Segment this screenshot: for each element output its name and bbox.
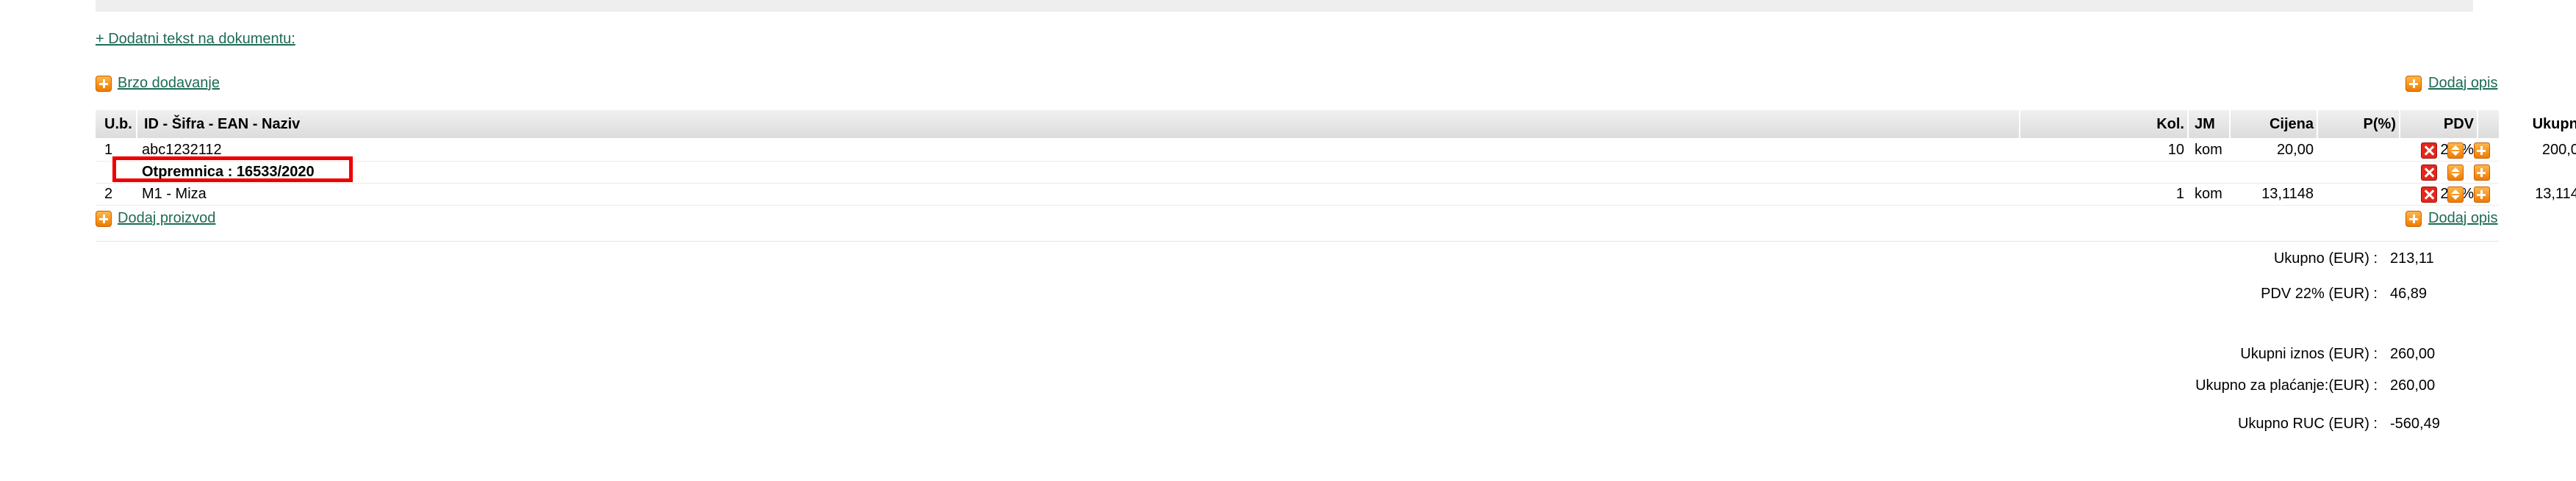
table-row: Otpremnica : 16533/2020 xyxy=(96,161,2499,184)
product-name: M1 - Miza xyxy=(142,186,207,202)
add-description-link[interactable]: Dodaj opis xyxy=(2428,75,2498,92)
table-row: 2 M1 - Miza 1 kom 13,1148 22 % 13,1148 xyxy=(96,183,2576,206)
vat-value: 46,89 xyxy=(2390,286,2428,302)
row-total: 13,1148 xyxy=(2535,186,2576,202)
move-icon[interactable] xyxy=(2447,164,2464,181)
quantity: 1 xyxy=(2175,186,2184,202)
quantity: 10 xyxy=(2167,142,2184,158)
ruc-label: Ukupno RUC (EUR) : xyxy=(2237,416,2378,432)
highlight-box xyxy=(112,156,353,182)
header-separator xyxy=(2229,110,2231,138)
price: 20,00 xyxy=(2276,142,2314,158)
header-rb: U.b. xyxy=(104,116,132,132)
header-price: Cijena xyxy=(2269,116,2314,132)
row-total: 200,00 xyxy=(2541,142,2576,158)
row-number: 2 xyxy=(104,186,113,202)
delete-icon[interactable] xyxy=(2421,164,2437,181)
total-value: 213,11 xyxy=(2390,250,2434,267)
header-separator xyxy=(2187,110,2189,138)
top-bar xyxy=(96,0,2473,12)
move-icon[interactable] xyxy=(2447,187,2464,203)
header-separator xyxy=(2019,110,2020,138)
header-unit: JM xyxy=(2195,116,2215,132)
delete-icon[interactable] xyxy=(2421,142,2437,159)
header-separator xyxy=(2477,110,2478,138)
grand-total-value: 260,00 xyxy=(2390,346,2436,362)
total-label: Ukupno (EUR) : xyxy=(2273,250,2378,267)
unit: kom xyxy=(2195,142,2222,158)
payable-value: 260,00 xyxy=(2390,377,2436,394)
header-separator xyxy=(2399,110,2400,138)
plus-icon[interactable] xyxy=(2405,76,2422,92)
add-product-link[interactable]: Dodaj proizvod xyxy=(118,210,215,227)
header-total: Ukupno xyxy=(2532,116,2576,132)
header-separator xyxy=(2317,110,2318,138)
discount xyxy=(2320,139,2396,161)
plus-icon[interactable] xyxy=(96,211,112,227)
plus-icon[interactable] xyxy=(96,76,112,92)
vat-label: PDV 22% (EUR) : xyxy=(2261,286,2378,302)
discount xyxy=(2320,183,2396,205)
plus-icon[interactable] xyxy=(2405,211,2422,227)
add-description-link[interactable]: Dodaj opis xyxy=(2428,210,2498,227)
row-number: 1 xyxy=(104,142,113,158)
add-row-icon[interactable] xyxy=(2474,164,2490,181)
header-qty: Kol. xyxy=(2156,116,2184,132)
add-row-icon[interactable] xyxy=(2474,142,2490,159)
payable-label: Ukupno za plaćanje:(EUR) : xyxy=(2195,377,2378,394)
divider xyxy=(96,241,2499,242)
header-name: ID - Šifra - EAN - Naziv xyxy=(144,116,301,132)
move-icon[interactable] xyxy=(2447,142,2464,159)
table-row: 1 abc1232112 10 kom 20,00 22 % 200,00 xyxy=(96,139,2576,162)
grand-total-label: Ukupni iznos (EUR) : xyxy=(2240,346,2378,362)
table-header: U.b. ID - Šifra - EAN - Naziv Kol. JM Ci… xyxy=(96,110,2576,138)
unit: kom xyxy=(2195,186,2222,202)
add-row-icon[interactable] xyxy=(2474,187,2490,203)
header-discount: P(%) xyxy=(2363,116,2396,132)
header-separator xyxy=(136,110,137,138)
ruc-value: -560,49 xyxy=(2390,416,2440,432)
delete-icon[interactable] xyxy=(2421,187,2437,203)
quick-add-link[interactable]: Brzo dodavanje xyxy=(118,75,220,92)
price: 13,1148 xyxy=(2261,186,2314,202)
additional-text-link[interactable]: + Dodatni tekst na dokumentu: xyxy=(96,31,295,48)
header-vat: PDV xyxy=(2443,116,2474,132)
